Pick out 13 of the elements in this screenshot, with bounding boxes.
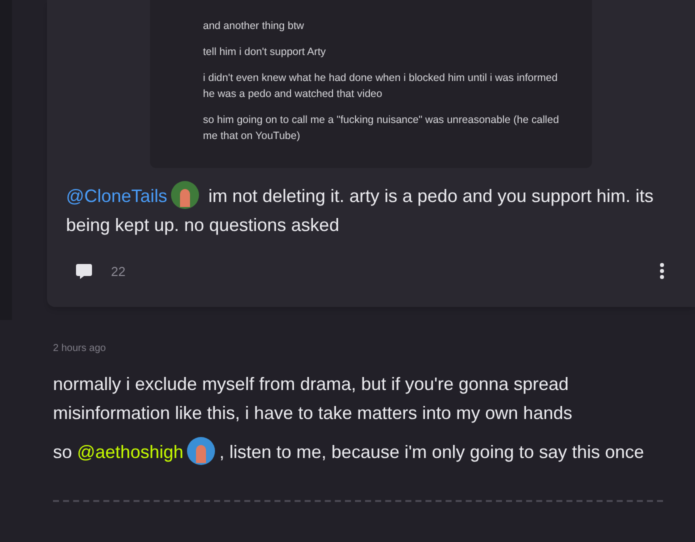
user-mention[interactable]: @aethoshigh <box>77 442 184 462</box>
user-mention[interactable]: @CloneTails <box>66 186 168 206</box>
quoted-message: and another thing btw <box>203 19 305 34</box>
post-paragraph: normally i exclude myself from drama, but if you're gonna spread misinformation like this, i have to take matters into my own hands <box>53 373 574 425</box>
comment-count: 22 <box>111 262 126 280</box>
post-timestamp: 2 hours ago <box>53 342 107 356</box>
more-options-icon[interactable] <box>659 263 665 280</box>
comment-icon[interactable] <box>75 263 93 280</box>
reply-message: @CloneTails im not deleting it. arty is a pedo and you support him. its being kept up. no questions asked <box>66 182 675 240</box>
quoted-message: tell him i don't support Arty <box>203 45 327 60</box>
post-paragraph: so @aethoshigh , listen to me, because i'm only going to say this once <box>53 438 655 468</box>
quoted-message: i didn't even knew what he had done when i blocked him until i was informed he was a pedo and watched that video <box>203 71 559 102</box>
quoted-message: so him going on to call me a "fucking nuisance" was unreasonable (he called me that on YouTube) <box>203 113 560 144</box>
